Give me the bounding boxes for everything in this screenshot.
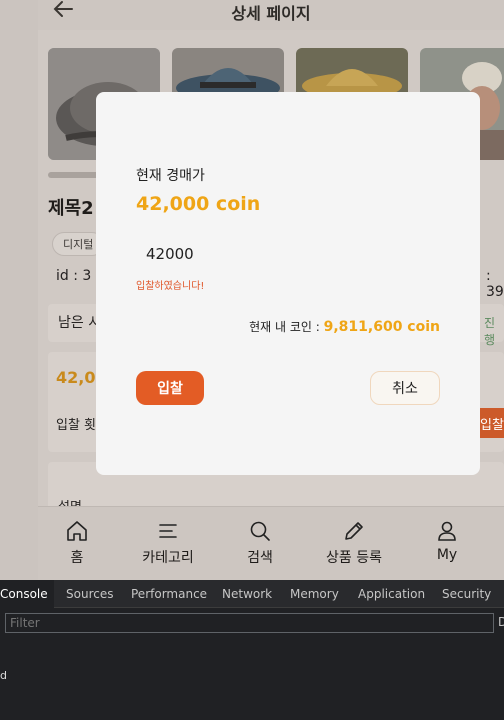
bid-button[interactable]: 입찰	[136, 371, 204, 405]
bid-amount-input[interactable]	[136, 240, 286, 268]
cancel-button[interactable]: 취소	[370, 371, 440, 405]
tab-security[interactable]: Security	[442, 587, 491, 601]
current-price-value: 42,000 coin	[136, 193, 261, 215]
bid-modal: 현재 경매가 42,000 coin 입찰하였습니다! 현재 내 코인 : 9,…	[96, 92, 480, 475]
console-filter-input[interactable]	[5, 613, 494, 633]
tab-console[interactable]: Console	[0, 580, 54, 608]
my-coin-label: 현재 내 코인 :	[249, 320, 320, 334]
tab-performance[interactable]: Performance	[131, 587, 207, 601]
console-output: d	[0, 669, 7, 682]
current-price-label: 현재 경매가	[136, 168, 205, 184]
my-coin-row: 현재 내 코인 : 9,811,600 coin	[249, 318, 440, 335]
tab-memory[interactable]: Memory	[290, 587, 339, 601]
tab-network[interactable]: Network	[222, 587, 272, 601]
filter-overflow: D	[498, 615, 504, 629]
tab-application[interactable]: Application	[358, 587, 425, 601]
app-screen: 상세 페이지 제목2 디지털 id: 3: 39 남은 시 진행 42,00…	[0, 0, 504, 580]
modal-overlay[interactable]: 현재 경매가 42,000 coin 입찰하였습니다! 현재 내 코인 : 9,…	[0, 0, 504, 580]
tab-sources[interactable]: Sources	[66, 587, 113, 601]
my-coin-value: 9,811,600 coin	[323, 319, 440, 335]
bid-success-message: 입찰하였습니다!	[136, 281, 205, 292]
devtools-panel: Console Sources Performance Network Memo…	[0, 580, 504, 720]
devtools-tabs: Console Sources Performance Network Memo…	[0, 580, 504, 608]
